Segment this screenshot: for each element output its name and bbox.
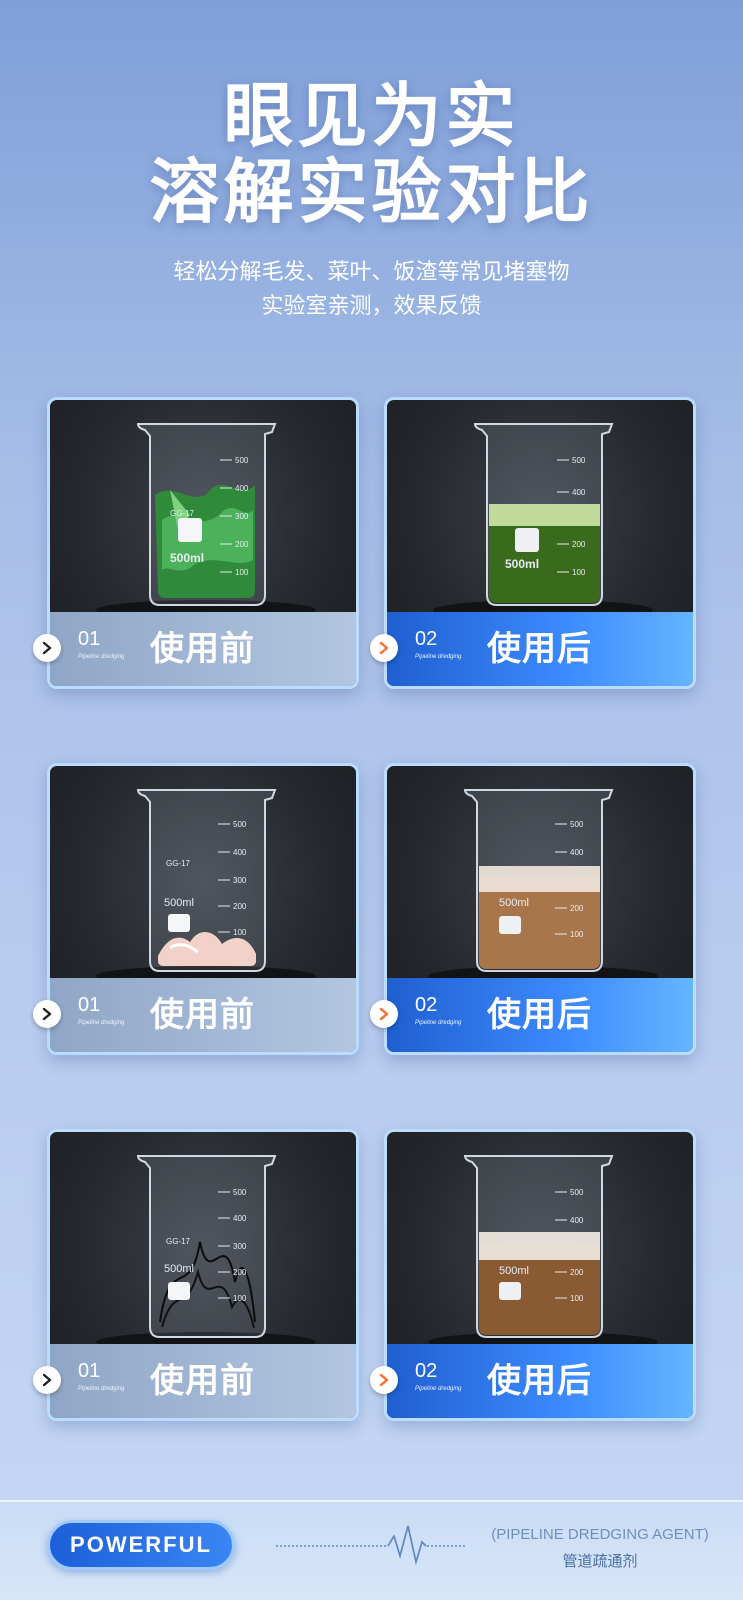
powerful-badge: POWERFUL	[47, 1520, 235, 1570]
card-hair-after: 500 400 200 100 500ml 02 Pipeline dredgi…	[384, 1129, 696, 1421]
beaker-scale-300: 300	[235, 512, 249, 521]
beaker-volume-label: 500ml	[505, 557, 539, 571]
beaker-mark: GG-17	[166, 859, 191, 868]
step-number: 02	[415, 994, 438, 1016]
brand-tagline: Pipeline dredging	[78, 1020, 125, 1026]
step-number: 02	[415, 628, 438, 650]
beaker-scale-500: 500	[235, 456, 249, 465]
beaker-scale-500: 500	[570, 820, 584, 829]
step-number: 01	[78, 994, 101, 1016]
beaker-scale-400: 400	[233, 848, 247, 857]
label-before-use: 使用前	[150, 629, 255, 669]
chevron-right-icon	[379, 641, 389, 655]
beaker-volume-label: 500ml	[164, 1263, 194, 1275]
step-number: 01	[78, 628, 101, 650]
step-number: 01	[78, 1360, 101, 1382]
beaker-scale-500: 500	[570, 1188, 584, 1197]
arrow-right-button[interactable]	[33, 634, 61, 662]
beaker-scale-100: 100	[570, 1294, 584, 1303]
heartbeat-line-icon	[276, 1525, 466, 1566]
caption-before: 01 Pipeline dredging 使用前	[50, 1344, 356, 1418]
card-leaves-after: 500 400 200 100 500ml 02 Pipeline dredgi…	[384, 397, 696, 689]
beaker-scale-400: 400	[570, 848, 584, 857]
step-number: 02	[415, 1360, 438, 1382]
beaker-scale-500: 500	[572, 456, 586, 465]
caption-after: 02 Pipeline dredging 使用后	[387, 978, 693, 1052]
caption-after: 02 Pipeline dredging 使用后	[387, 1344, 693, 1418]
beaker-mark: GG-17	[170, 509, 195, 518]
chevron-right-icon	[42, 641, 52, 655]
beaker-scale-100: 100	[233, 928, 247, 937]
label-after-use: 使用后	[487, 1361, 592, 1401]
caption-after: 02 Pipeline dredging 使用后	[387, 612, 693, 686]
beaker-volume-label: 500ml	[499, 1265, 529, 1277]
card-food-after: 500 400 200 100 500ml 02 Pipeline dredgi…	[384, 763, 696, 1055]
beaker-scale-400: 400	[235, 484, 249, 493]
brand-tagline: Pipeline dredging	[415, 1386, 462, 1392]
brand-tagline: Pipeline dredging	[415, 1020, 462, 1026]
arrow-right-button[interactable]	[370, 1000, 398, 1028]
product-name-english: (PIPELINE DREDGING AGENT)	[491, 1526, 709, 1543]
beaker-scale-200: 200	[235, 540, 249, 549]
chevron-right-icon	[379, 1007, 389, 1021]
beaker-scale-100: 100	[570, 930, 584, 939]
caption-before: 01 Pipeline dredging 使用前	[50, 978, 356, 1052]
beaker-scale-200: 200	[572, 540, 586, 549]
caption-before: 01 Pipeline dredging 使用前	[50, 612, 356, 686]
brand-tagline: Pipeline dredging	[415, 654, 462, 660]
beaker-scale-100: 100	[233, 1294, 247, 1303]
label-after-use: 使用后	[487, 629, 592, 669]
label-after-use: 使用后	[487, 995, 592, 1035]
beaker-mark: GG-17	[166, 1237, 191, 1246]
page-title-line1: 眼见为实	[223, 75, 520, 157]
beaker-scale-200: 200	[570, 1268, 584, 1277]
beaker-scale-200: 200	[233, 1268, 247, 1277]
chevron-right-icon	[42, 1373, 52, 1387]
arrow-right-button[interactable]	[33, 1366, 61, 1394]
card-hair-before: 500 400 300 200 100 GG-17 500ml 01 Pipel…	[47, 1129, 359, 1421]
arrow-right-button[interactable]	[370, 634, 398, 662]
beaker-volume-label: 500ml	[164, 897, 194, 909]
beaker-scale-500: 500	[233, 1188, 247, 1197]
product-name-chinese: 管道疏通剂	[562, 1552, 638, 1570]
arrow-right-button[interactable]	[33, 1000, 61, 1028]
beaker-volume-label: 500ml	[499, 897, 529, 909]
arrow-right-button[interactable]	[370, 1366, 398, 1394]
beaker-scale-100: 100	[572, 568, 586, 577]
subtitle-line2: 实验室亲测，效果反馈	[261, 294, 482, 319]
beaker-scale-300: 300	[233, 876, 247, 885]
beaker-scale-100: 100	[235, 568, 249, 577]
beaker-scale-400: 400	[570, 1216, 584, 1225]
brand-tagline: Pipeline dredging	[78, 654, 125, 660]
card-food-before: 500 400 300 200 100 GG-17 500ml 01 Pipel…	[47, 763, 359, 1055]
beaker-scale-400: 400	[233, 1214, 247, 1223]
label-before-use: 使用前	[150, 1361, 255, 1401]
beaker-scale-200: 200	[233, 902, 247, 911]
chevron-right-icon	[42, 1007, 52, 1021]
beaker-scale-300: 300	[233, 1242, 247, 1251]
page-title-line2: 溶解实验对比	[149, 151, 594, 233]
chevron-right-icon	[379, 1373, 389, 1387]
brand-tagline: Pipeline dredging	[78, 1386, 125, 1392]
beaker-volume-label: 500ml	[170, 551, 204, 565]
subtitle-line1: 轻松分解毛发、菜叶、饭渣等常见堵塞物	[173, 260, 570, 285]
beaker-scale-500: 500	[233, 820, 247, 829]
label-before-use: 使用前	[150, 995, 255, 1035]
card-leaves-before: 500 400 300 200 100 GG-17 500ml 01 Pipel…	[47, 397, 359, 689]
beaker-scale-200: 200	[570, 904, 584, 913]
beaker-scale-400: 400	[572, 488, 586, 497]
